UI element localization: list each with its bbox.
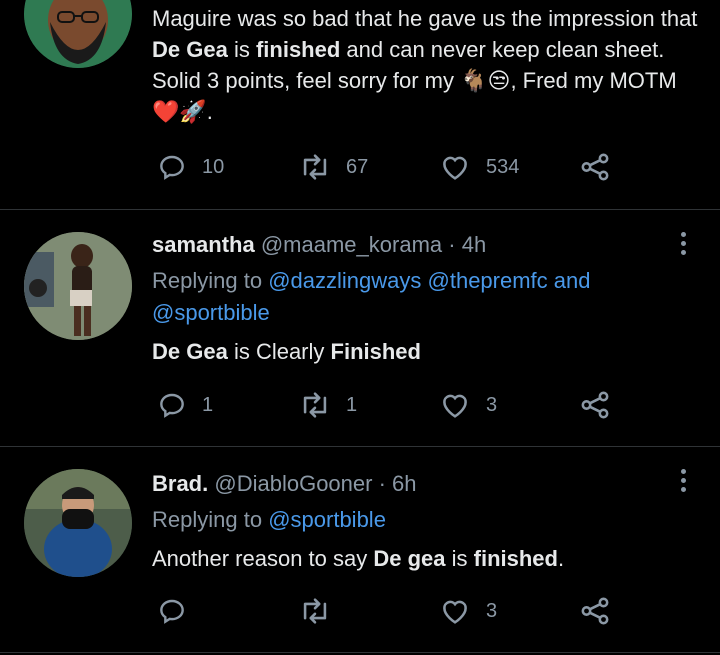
- bold-text: De Gea: [152, 339, 228, 364]
- separator-dot: ·: [448, 232, 456, 257]
- tweet-1[interactable]: Maguire was so bad that he gave us the i…: [0, 0, 720, 209]
- text-run: Maguire was so bad that he gave us the i…: [152, 6, 698, 31]
- share-button[interactable]: [578, 591, 612, 631]
- like-count: 3: [486, 393, 498, 416]
- mention-link[interactable]: @dazzlingways: [268, 268, 421, 293]
- retweet-count: 1: [346, 393, 358, 416]
- more-options-icon: [681, 232, 686, 237]
- bold-text: finished: [473, 546, 558, 571]
- avatar[interactable]: [24, 232, 132, 340]
- reply-button[interactable]: 1: [156, 385, 213, 425]
- more-options-icon: [681, 469, 686, 474]
- reply-button[interactable]: 10: [156, 147, 224, 187]
- heart-icon: [443, 600, 467, 624]
- mention-link[interactable]: @sportbible: [152, 300, 270, 325]
- retweet-icon: [303, 598, 327, 624]
- reply-icon: [160, 155, 184, 180]
- avatar-photo: [24, 232, 132, 340]
- like-button[interactable]: 3: [438, 385, 497, 425]
- mention-link[interactable]: @sportbible: [268, 507, 386, 532]
- tweet-text: De Gea is Clearly Finished: [152, 336, 700, 367]
- share-icon: [581, 153, 609, 181]
- heart-icon: [443, 156, 467, 180]
- divider: [0, 652, 720, 653]
- bold-text: De Gea: [152, 37, 228, 62]
- bold-text: finished: [255, 37, 341, 62]
- mention-link[interactable]: @thepremfc: [428, 268, 548, 293]
- reply-icon: [160, 393, 184, 418]
- tweet-text: Another reason to say De gea is finished…: [152, 543, 700, 574]
- avatar[interactable]: [24, 469, 132, 577]
- avatar-photo: [24, 469, 132, 577]
- retweet-icon: [303, 154, 327, 180]
- tweet-actions: 1 1 3: [152, 385, 632, 425]
- tweet-actions: 3: [152, 591, 632, 631]
- text-run: is: [227, 37, 256, 62]
- replying-to-label: Replying to: [152, 268, 263, 293]
- and-link[interactable]: and: [554, 268, 591, 293]
- separator-dot: ·: [378, 471, 386, 496]
- heart-icon: [443, 394, 467, 418]
- share-icon: [581, 597, 609, 625]
- tweet-text: Maguire was so bad that he gave us the i…: [152, 3, 700, 127]
- replying-to: Replying to @sportbible: [152, 504, 690, 536]
- share-icon: [581, 391, 609, 419]
- tweet-2[interactable]: samantha @maame_korama · 4h Replying to …: [0, 210, 720, 446]
- retweet-button[interactable]: [298, 591, 346, 631]
- tweet-actions: 10 67 534: [152, 147, 632, 187]
- reply-count: 1: [202, 393, 214, 416]
- text-run: .: [557, 546, 565, 571]
- like-count: 3: [486, 599, 498, 622]
- avatar[interactable]: [24, 0, 132, 68]
- reply-button[interactable]: [156, 591, 202, 631]
- text-run: Another reason to say: [152, 546, 374, 571]
- retweet-button[interactable]: 1: [298, 385, 357, 425]
- reply-icon: [160, 599, 184, 624]
- like-button[interactable]: 3: [438, 591, 497, 631]
- retweet-button[interactable]: 67: [298, 147, 368, 187]
- timestamp[interactable]: 6h: [392, 471, 416, 496]
- share-button[interactable]: [578, 385, 612, 425]
- bold-text: Finished: [330, 339, 421, 364]
- user-handle[interactable]: @maame_korama: [261, 232, 442, 257]
- replying-to: Replying to @dazzlingways @thepremfc and…: [152, 265, 690, 329]
- display-name[interactable]: samantha: [152, 232, 255, 257]
- share-button[interactable]: [578, 147, 612, 187]
- tweet-header: Brad. @DiabloGooner · 6h: [152, 469, 417, 499]
- retweet-icon: [303, 392, 327, 418]
- like-count: 534: [486, 155, 520, 178]
- timestamp[interactable]: 4h: [462, 232, 486, 257]
- display-name[interactable]: Brad.: [152, 471, 208, 496]
- retweet-count: 67: [346, 155, 369, 178]
- replying-to-label: Replying to: [152, 507, 263, 532]
- text-run: is Clearly: [227, 339, 331, 364]
- reply-count: 10: [202, 155, 225, 178]
- bold-text: De gea: [373, 546, 446, 571]
- more-options-button[interactable]: [680, 232, 688, 259]
- avatar-illustration: [24, 0, 132, 68]
- more-options-button[interactable]: [680, 469, 688, 496]
- user-handle[interactable]: @DiabloGooner: [214, 471, 372, 496]
- tweet-header: samantha @maame_korama · 4h: [152, 230, 486, 260]
- like-button[interactable]: 534: [438, 147, 519, 187]
- text-run: is: [445, 546, 474, 571]
- tweet-3[interactable]: Brad. @DiabloGooner · 6h Replying to @sp…: [0, 447, 720, 652]
